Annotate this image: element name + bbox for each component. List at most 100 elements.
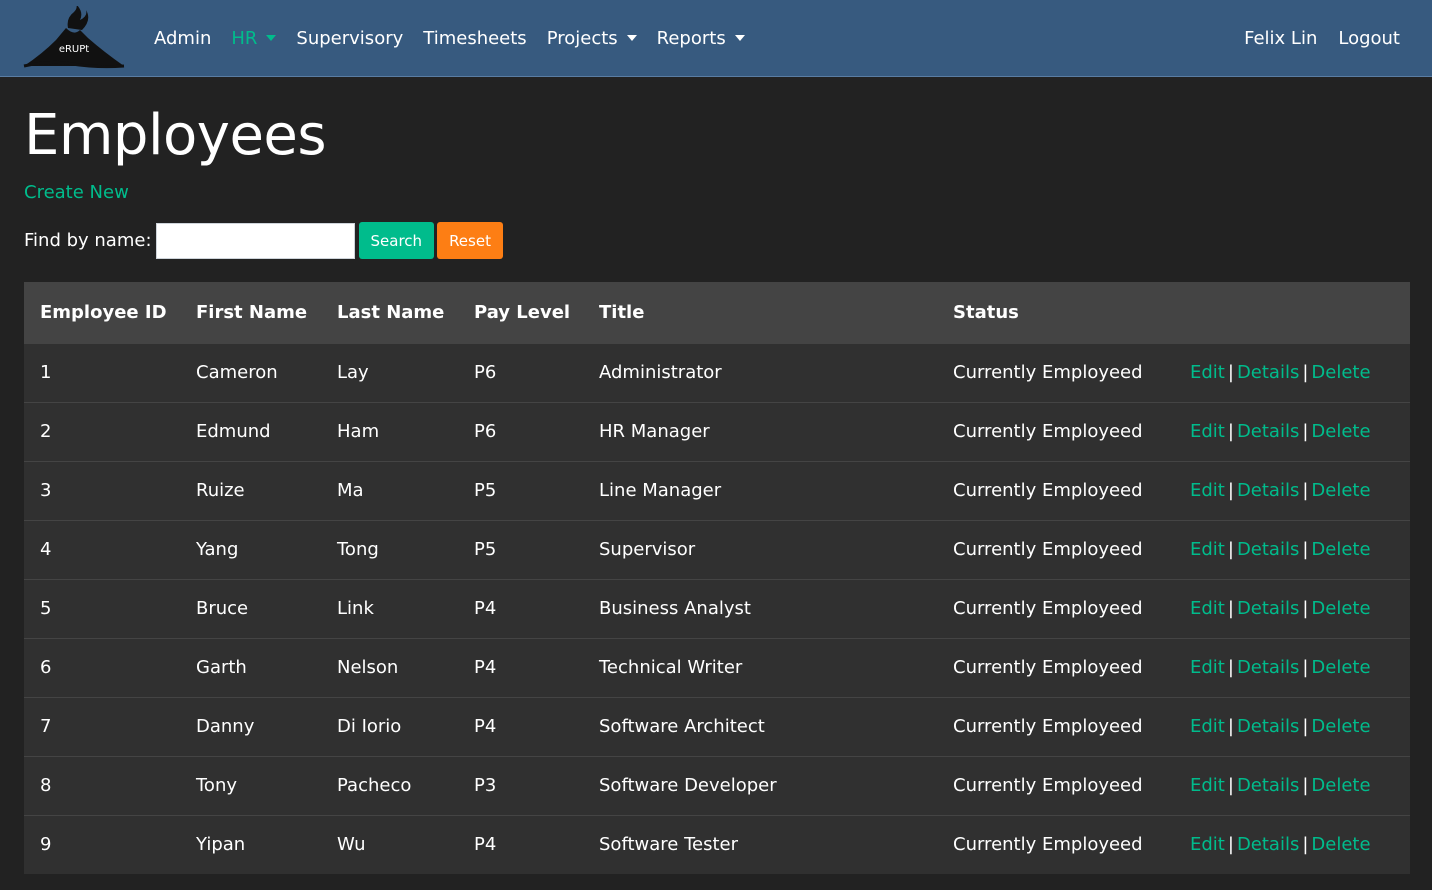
edit-link[interactable]: Edit: [1190, 362, 1225, 383]
edit-link[interactable]: Edit: [1190, 598, 1225, 619]
table-row: 1 Cameron Lay P6 Administrator Currently Empl…: [24, 343, 1410, 402]
separator: |: [1302, 480, 1309, 501]
header-last-name[interactable]: Last Name: [321, 282, 458, 343]
details-link[interactable]: Details: [1237, 657, 1299, 678]
separator: |: [1227, 775, 1234, 796]
caret-down-icon: [266, 35, 277, 41]
cell-first-name: Garth: [196, 657, 247, 678]
edit-link[interactable]: Edit: [1190, 775, 1225, 796]
volcano-logo-icon: eRUPt: [23, 6, 125, 69]
nav-reports[interactable]: Reports: [657, 28, 745, 49]
edit-link[interactable]: Edit: [1190, 421, 1225, 442]
header-pay-level[interactable]: Pay Level: [458, 282, 583, 343]
details-link[interactable]: Details: [1237, 362, 1299, 383]
nav-logout[interactable]: Logout: [1338, 28, 1400, 49]
nav-supervisory[interactable]: Supervisory: [296, 28, 403, 49]
edit-link[interactable]: Edit: [1190, 657, 1225, 678]
delete-link[interactable]: Delete: [1311, 421, 1370, 442]
delete-link[interactable]: Delete: [1311, 598, 1370, 619]
delete-link[interactable]: Delete: [1311, 657, 1370, 678]
cell-pay-level: P4: [474, 716, 497, 737]
cell-first-name: Bruce: [196, 598, 249, 619]
cell-title: Supervisor: [599, 539, 696, 560]
header-first-name[interactable]: First Name: [180, 282, 321, 343]
nav-projects[interactable]: Projects: [547, 28, 637, 49]
main-nav: Admin HR Supervisory Timesheets Projects…: [154, 28, 1223, 49]
separator: |: [1302, 362, 1309, 383]
edit-link[interactable]: Edit: [1190, 480, 1225, 501]
table-row: 3 Ruize Ma P5 Line Manager Currently Employee…: [24, 461, 1410, 520]
create-new-link[interactable]: Create New: [24, 182, 129, 203]
separator: |: [1227, 834, 1234, 856]
employees-table: Employee ID First Name Last Name Pay Lev…: [24, 282, 1410, 874]
cell-employee-id: 5: [40, 598, 52, 619]
delete-link[interactable]: Delete: [1311, 480, 1370, 501]
cell-title: Software Developer: [599, 775, 777, 796]
cell-last-name: Wu: [337, 834, 366, 856]
separator: |: [1302, 834, 1309, 856]
cell-title: Software Tester: [599, 834, 738, 856]
cell-employee-id: 6: [40, 657, 52, 678]
details-link[interactable]: Details: [1237, 539, 1299, 560]
nav-hr[interactable]: HR: [231, 28, 277, 49]
edit-link[interactable]: Edit: [1190, 539, 1225, 560]
nav-admin[interactable]: Admin: [154, 28, 211, 49]
cell-pay-level: P4: [474, 834, 497, 856]
separator: |: [1227, 421, 1234, 442]
cell-employee-id: 9: [40, 834, 52, 856]
header-title[interactable]: Title: [583, 282, 937, 343]
caret-down-icon: [626, 35, 637, 41]
edit-link[interactable]: Edit: [1190, 834, 1225, 855]
navbar: eRUPt Admin HR Supervisory Timesheets Pr…: [0, 0, 1432, 77]
cell-first-name: Tony: [196, 775, 238, 796]
table-row: 6 Garth Nelson P4 Technical Writer Currently …: [24, 638, 1410, 697]
caret-down-icon: [734, 35, 745, 41]
delete-link[interactable]: Delete: [1311, 716, 1370, 737]
separator: |: [1227, 657, 1234, 678]
table-row: 4 Yang Tong P5 Supervisor Currently Employeed…: [24, 520, 1410, 579]
nav-projects-label: Projects: [546, 27, 618, 49]
brand-text: eRUPt: [59, 44, 89, 55]
search-label: Find by name:: [24, 230, 152, 251]
cell-last-name: Nelson: [337, 657, 399, 678]
delete-link[interactable]: Delete: [1311, 362, 1370, 383]
separator: |: [1302, 598, 1309, 619]
details-link[interactable]: Details: [1237, 834, 1299, 855]
cell-status: Currently Employeed: [953, 598, 1143, 619]
details-link[interactable]: Details: [1237, 421, 1299, 442]
cell-first-name: Yipan: [196, 834, 246, 856]
details-link[interactable]: Details: [1237, 716, 1299, 737]
brand-logo[interactable]: eRUPt: [22, 6, 126, 70]
edit-link[interactable]: Edit: [1190, 716, 1225, 737]
header-employee-id[interactable]: Employee ID: [24, 282, 180, 343]
details-link[interactable]: Details: [1237, 598, 1299, 619]
cell-first-name: Yang: [196, 539, 239, 560]
nav-user[interactable]: Felix Lin: [1244, 28, 1317, 49]
cell-employee-id: 4: [40, 539, 52, 560]
delete-link[interactable]: Delete: [1311, 539, 1370, 560]
search-button[interactable]: Search: [358, 222, 435, 259]
nav-timesheets[interactable]: Timesheets: [423, 28, 526, 49]
details-link[interactable]: Details: [1237, 775, 1299, 796]
reset-button[interactable]: Reset: [437, 222, 503, 259]
table-row: 8 Tony Pacheco P3 Software Developer Currentl…: [24, 756, 1410, 815]
delete-link[interactable]: Delete: [1311, 775, 1370, 796]
search-input[interactable]: [155, 222, 355, 259]
cell-actions: Edit | Details | Delete: [1174, 461, 1410, 520]
cell-employee-id: 3: [40, 480, 52, 501]
delete-link[interactable]: Delete: [1311, 834, 1370, 855]
nav-admin-label: Admin: [154, 27, 212, 49]
cell-employee-id: 2: [40, 421, 52, 442]
cell-actions: Edit | Details | Delete: [1174, 520, 1410, 579]
cell-first-name: Cameron: [196, 362, 278, 383]
header-status[interactable]: Status: [937, 282, 1174, 343]
cell-title: HR Manager: [599, 421, 710, 442]
details-link[interactable]: Details: [1237, 480, 1299, 501]
cell-title: Technical Writer: [599, 657, 743, 678]
cell-last-name: Ham: [337, 421, 380, 442]
cell-first-name: Danny: [196, 716, 255, 737]
cell-actions: Edit | Details | Delete: [1174, 815, 1410, 874]
user-nav: Felix Lin Logout: [1223, 28, 1400, 49]
cell-last-name: Tong: [337, 539, 379, 560]
separator: |: [1227, 362, 1234, 383]
